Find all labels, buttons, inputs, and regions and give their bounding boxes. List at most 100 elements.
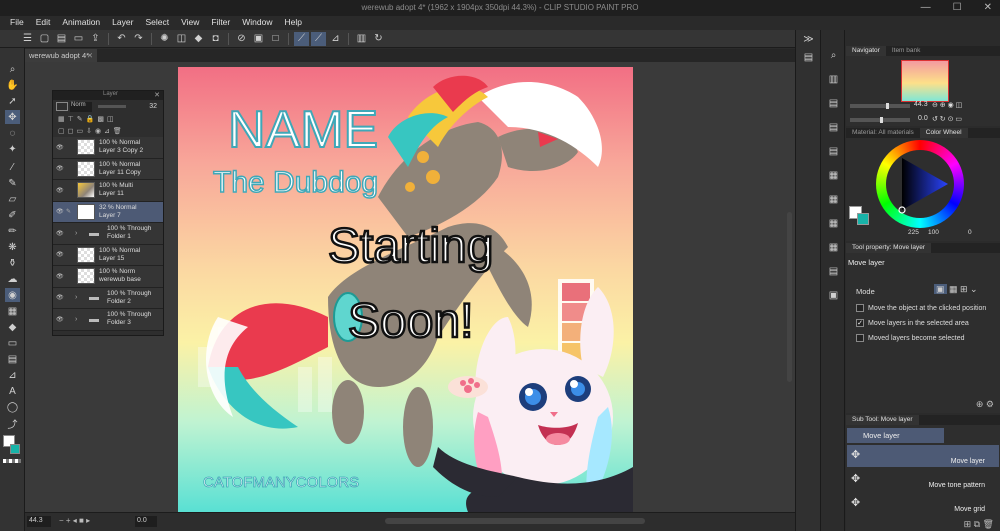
bucket-tool-icon[interactable]: ◉ (5, 288, 20, 302)
eye-icon[interactable]: 👁 (56, 208, 66, 215)
export-icon[interactable]: ⇪ (88, 32, 103, 46)
history-icon[interactable]: ▤ (825, 120, 842, 135)
sub-tool-actions-icon[interactable]: ⊞ ⧉ 🗑 (964, 519, 994, 530)
layer-row[interactable]: 👁 100 % Norm werewub base (53, 266, 163, 288)
balloon-tool-icon[interactable]: ◯ (5, 400, 20, 414)
frame-tool-icon[interactable]: ▤ (5, 352, 20, 366)
opacity-slider[interactable] (98, 105, 126, 108)
snap-ruler-icon[interactable]: ⟋ (294, 31, 309, 46)
eye-icon[interactable]: 👁 (56, 144, 66, 151)
tab-color-wheel[interactable]: Color Wheel (919, 128, 968, 138)
redo-icon[interactable]: ↷ (131, 32, 146, 46)
eraser-tool-icon[interactable]: ▱ (5, 192, 20, 206)
merge-layer-icon[interactable]: ⇩ (86, 127, 92, 135)
snap-special-ruler-icon[interactable]: ⟋ (311, 31, 326, 46)
artwork-canvas[interactable]: NAME The Dubdog Starting Soon! CATOFMANY… (178, 67, 633, 512)
fill-icon[interactable]: ◆ (191, 32, 206, 46)
pen-icon[interactable]: ✎ (66, 208, 75, 215)
clear-outside-icon[interactable]: ◫ (174, 32, 189, 46)
fill-tool-icon[interactable]: ◆ (5, 320, 20, 334)
option-become-selected-checkbox[interactable] (856, 334, 864, 342)
option-move-selected-checkbox[interactable]: ✓ (856, 319, 864, 327)
layer-row[interactable]: 👁 ✎ 32 % Normal Layer 7 (53, 201, 163, 223)
eye-icon[interactable]: 👁 (56, 294, 66, 301)
eye-icon[interactable]: 👁 (56, 187, 66, 194)
menu-filter[interactable]: Filter (205, 16, 236, 30)
chevron-right-icon[interactable]: › (75, 316, 83, 323)
text-tool-icon[interactable]: A (5, 384, 20, 398)
pen-tool-icon[interactable]: ✎ (5, 176, 20, 190)
rotate-icon[interactable]: ↻ (371, 32, 386, 46)
sub-tool-group-header[interactable]: Move layer (847, 428, 944, 443)
opacity-value[interactable]: 32 (149, 103, 157, 110)
operation-tool-icon[interactable]: ➚ (5, 94, 20, 108)
layer-row[interactable]: 👁 100 % Normal Layer 3 Copy 2 (53, 137, 163, 159)
navigator-zoom-buttons[interactable]: ⊖ ⊕ ◉ ◫ (932, 101, 962, 109)
clip-layer-icon[interactable]: ▦ (58, 115, 65, 123)
layer-search-icon[interactable]: ▤ (825, 144, 842, 159)
color-wheel[interactable] (876, 140, 964, 228)
eye-icon[interactable]: 👁 (56, 251, 66, 258)
navigator-zoom-value[interactable]: 44.3 (914, 101, 928, 108)
minimize-button[interactable]: — (921, 2, 931, 13)
navigator-rotation-slider[interactable] (850, 117, 910, 123)
new-folder-icon[interactable]: ▭ (76, 127, 83, 135)
canvas-vertical-scrollbar[interactable] (787, 212, 792, 382)
sub-tool-move-layer[interactable]: ✥ Move layer (847, 445, 999, 467)
navigator-rotation-value[interactable]: 0.0 (918, 115, 928, 122)
color-triangle[interactable] (876, 140, 964, 228)
sub-tool-move-tone[interactable]: ✥ Move tone pattern (847, 469, 999, 491)
transparency-icon[interactable]: ▥ (354, 32, 369, 46)
mask-icon[interactable]: ◫ (107, 115, 114, 123)
gradient-tool-icon[interactable]: ▦ (5, 304, 20, 318)
color-set-icon[interactable]: ▦ (825, 192, 842, 207)
animation-timeline-icon[interactable]: ▣ (825, 288, 842, 303)
layer-property-panel-icon[interactable]: ▤ (825, 96, 842, 111)
brush-tool-icon[interactable]: ✐ (5, 208, 20, 222)
eye-icon[interactable]: 👁 (56, 273, 66, 280)
option-become-selected[interactable]: Moved layers become selected (856, 334, 965, 342)
menu-select[interactable]: Select (139, 16, 175, 30)
reference-layer-icon[interactable]: ⊤ (68, 115, 74, 123)
option-move-selected[interactable]: ✓ Move layers in the selected area (856, 319, 969, 327)
chevron-right-icon[interactable]: › (75, 294, 83, 301)
eyedropper-tool-icon[interactable]: ⁄ (5, 160, 20, 174)
approx-color-icon[interactable]: ▦ (825, 240, 842, 255)
panel-layout-icon[interactable]: ▤ (800, 50, 817, 65)
invert-selection-icon[interactable]: ▣ (251, 32, 266, 46)
figure-tool-icon[interactable]: ▭ (5, 336, 20, 350)
tab-item-bank[interactable]: Item bank (886, 46, 927, 56)
menu-layer[interactable]: Layer (106, 16, 139, 30)
tab-navigator[interactable]: Navigator (846, 46, 886, 56)
lasso-tool-icon[interactable]: ◌ (5, 126, 20, 140)
layer-panel-close-icon[interactable]: ✕ (154, 91, 160, 99)
navigator-rotation-buttons[interactable]: ↺ ↻ ⊙ ▭ (932, 115, 962, 123)
close-button[interactable]: ✕ (984, 2, 992, 13)
decoration-tool-icon[interactable]: ❋ (5, 240, 20, 254)
layer-row[interactable]: 👁 › ▬ 100 % Through Folder 3 (53, 309, 163, 331)
snap-grid-icon[interactable]: ⊿ (328, 32, 343, 46)
hand-tool-icon[interactable]: ✋ (5, 78, 20, 92)
chevron-right-icon[interactable]: › (75, 230, 83, 237)
transparent-color-swatch[interactable] (3, 459, 21, 463)
collapse-dock-icon[interactable]: ≫ (800, 32, 817, 47)
status-rotation-value[interactable]: 0.0 (135, 516, 157, 527)
navigator-zoom-slider[interactable] (850, 103, 910, 109)
tab-material[interactable]: Material: All materials (846, 128, 920, 138)
lock-layer-icon[interactable]: 🔒 (86, 115, 95, 123)
status-zoom-value[interactable]: 44.3 (27, 516, 51, 527)
menu-animation[interactable]: Animation (56, 16, 106, 30)
blend-mode-select[interactable]: Norm (70, 101, 92, 112)
sub-color-swatch[interactable] (10, 444, 20, 454)
pencil-tool-icon[interactable]: ✏ (5, 224, 20, 238)
delete-layer-icon[interactable]: 🗑 (113, 127, 122, 135)
open-file-icon[interactable]: ▤ (54, 32, 69, 46)
menu-window[interactable]: Window (236, 16, 278, 30)
expand-icon[interactable]: ◘ (208, 32, 223, 46)
new-vector-layer-icon[interactable]: ◻ (68, 127, 74, 135)
new-file-icon[interactable]: ▢ (37, 32, 52, 46)
draft-layer-icon[interactable]: ✎ (77, 115, 83, 123)
color-history-icon[interactable]: ▤ (825, 264, 842, 279)
new-raster-layer-icon[interactable]: ▢ (58, 127, 65, 135)
menu-view[interactable]: View (175, 16, 205, 30)
